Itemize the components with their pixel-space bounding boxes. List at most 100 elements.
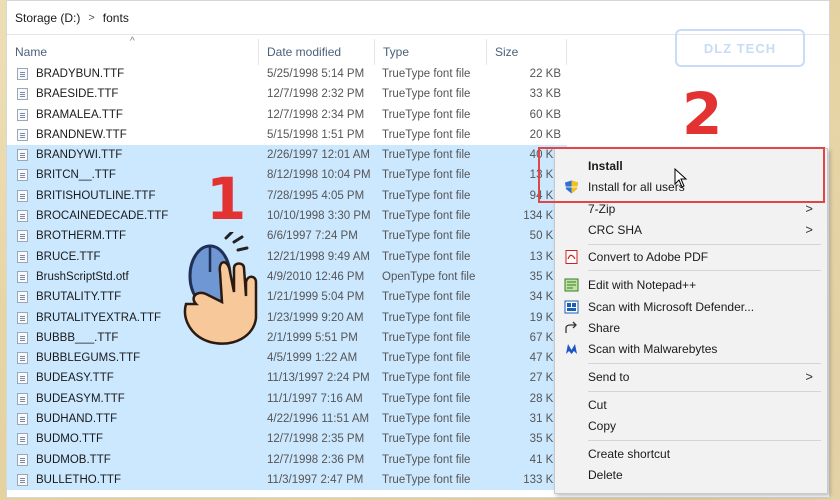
file-name: BUDMO.TTF (36, 433, 104, 446)
file-list: BRADYBUN.TTF 5/25/1998 5:14 PM TrueType fo… (7, 64, 567, 491)
mouse-pointer-icon (674, 168, 688, 188)
file-size: 22 KB (529, 68, 561, 80)
menu-item-crc-sha[interactable]: CRC SHA > (555, 220, 827, 240)
menu-item-defender[interactable]: Scan with Microsoft Defender... (555, 297, 827, 317)
font-file-icon (17, 270, 28, 283)
file-row[interactable]: BRITCN__.TTF 8/12/1998 10:04 PM TrueType f… (7, 165, 567, 186)
file-row[interactable]: BRUTALITYEXTRA.TTF 1/23/1999 9:20 AM TrueT… (7, 307, 567, 328)
file-date: 11/13/1997 2:24 PM (267, 372, 370, 385)
file-row[interactable]: BUDMO.TTF 12/7/1998 2:35 PM TrueType font … (7, 429, 567, 450)
file-size: 134 KB (523, 210, 561, 223)
breadcrumb-separator: > (88, 11, 95, 24)
step-number-1: 1 (206, 165, 247, 233)
file-row[interactable]: BrushScriptStd.otf 4/9/2010 12:46 PM OpenT… (7, 266, 567, 288)
menu-item-convert-pdf[interactable]: Convert to Adobe PDF (555, 247, 827, 267)
file-type: TrueType font file (382, 473, 471, 486)
file-date: 12/7/1998 2:35 PM (267, 433, 365, 446)
menu-item-label: Edit with Notepad++ (588, 278, 697, 292)
file-row[interactable]: BROCAINEDECADE.TTF 10/10/1998 3:30 PM True… (7, 206, 567, 227)
file-size: 19 KB (529, 311, 561, 324)
file-size: 41 KB (529, 453, 561, 466)
file-name: BROTHERM.TTF (36, 230, 127, 243)
file-type: TrueType font file (382, 433, 471, 446)
file-row[interactable]: BRUCE.TTF 12/21/1998 9:49 AM TrueType font… (7, 246, 567, 267)
column-header-type[interactable]: Type (375, 39, 487, 65)
font-file-icon (17, 331, 28, 344)
menu-item-copy[interactable]: Copy (555, 416, 827, 436)
menu-item-send-to[interactable]: Send to > (555, 367, 827, 387)
file-name: BRAMALEA.TTF (36, 108, 123, 121)
file-type: TrueType font file (382, 108, 471, 121)
font-file-icon (17, 372, 28, 385)
font-file-icon (17, 88, 28, 101)
file-type: TrueType font file (382, 169, 471, 182)
file-row[interactable]: BRUTALITY.TTF 1/21/1999 5:04 PM TrueType f… (7, 287, 567, 308)
file-size: 31 KB (529, 413, 561, 426)
file-name: BRANDYWI.TTF (36, 149, 123, 162)
file-type: OpenType font file (382, 270, 476, 283)
menu-item-notepad[interactable]: Edit with Notepad++ (555, 275, 827, 295)
file-size: 33 KB (529, 88, 561, 101)
file-date: 5/25/1998 5:14 PM (267, 68, 365, 80)
file-date: 12/7/1998 2:34 PM (267, 108, 365, 121)
file-name: BRAESIDE.TTF (36, 88, 119, 101)
file-type: TrueType font file (382, 210, 471, 223)
font-file-icon (17, 108, 28, 121)
file-name: BRUCE.TTF (36, 250, 101, 263)
font-file-icon (17, 311, 28, 324)
file-type: TrueType font file (382, 372, 471, 385)
font-file-icon (17, 250, 28, 263)
file-date: 10/10/1998 3:30 PM (267, 210, 371, 223)
menu-item-malwarebytes[interactable]: Scan with Malwarebytes (555, 339, 827, 359)
file-row[interactable]: BUDMOB.TTF 12/7/1998 2:36 PM TrueType font… (7, 449, 567, 470)
file-name: BRUTALITY.TTF (36, 291, 122, 304)
file-date: 12/21/1998 9:49 AM (267, 250, 370, 263)
breadcrumb-folder[interactable]: fonts (103, 11, 129, 25)
font-file-icon (17, 128, 28, 141)
file-row[interactable]: BROTHERM.TTF 6/6/1997 7:24 PM TrueType fon… (7, 226, 567, 247)
file-row[interactable]: BRITISHOUTLINE.TTF 7/28/1995 4:05 PM TrueT… (7, 185, 567, 207)
file-size: 67 KB (529, 331, 561, 344)
font-file-icon (17, 230, 28, 243)
file-type: TrueType font file (382, 311, 471, 324)
breadcrumb-drive[interactable]: Storage (D:) (15, 11, 80, 25)
file-date: 7/28/1995 4:05 PM (267, 189, 365, 202)
file-row[interactable]: BRAESIDE.TTF 12/7/1998 2:32 PM TrueType fo… (7, 84, 567, 104)
file-type: TrueType font file (382, 291, 471, 304)
file-type: TrueType font file (382, 128, 471, 141)
file-row[interactable]: BRANDYWI.TTF 2/26/1997 12:01 AM TrueType f… (7, 145, 567, 166)
file-row[interactable]: BULLETHO.TTF 11/3/1997 2:47 PM TrueType fo… (7, 469, 567, 491)
file-row[interactable]: BUDHAND.TTF 4/22/1996 11:51 AM TrueType fo… (7, 409, 567, 430)
file-date: 2/26/1997 12:01 AM (267, 149, 370, 162)
menu-item-cut[interactable]: Cut (555, 395, 827, 415)
file-date: 11/1/1997 7:16 AM (267, 392, 363, 405)
menu-item-delete[interactable]: Delete (555, 465, 827, 485)
column-header-name[interactable]: Name (7, 39, 259, 65)
file-name: BUDEASY.TTF (36, 372, 114, 385)
file-row[interactable]: BUBBLEGUMS.TTF 4/5/1999 1:22 AM TrueType f… (7, 348, 567, 369)
file-type: TrueType font file (382, 68, 471, 80)
file-name: BUBBB___.TTF (36, 331, 119, 344)
file-row[interactable]: BRANDNEW.TTF 5/15/1998 1:51 PM TrueType fo… (7, 125, 567, 145)
menu-item-create-shortcut[interactable]: Create shortcut (555, 444, 827, 464)
file-row[interactable]: BUBBB___.TTF 2/1/1999 5:51 PM TrueType fon… (7, 327, 567, 349)
file-row[interactable]: BRAMALEA.TTF 12/7/1998 2:34 PM TrueType fo… (7, 105, 567, 125)
file-row[interactable]: BUDEASYM.TTF 11/1/1997 7:16 AM TrueType fo… (7, 388, 567, 410)
file-date: 1/21/1999 5:04 PM (267, 291, 365, 304)
font-file-icon (17, 149, 28, 162)
column-header-size[interactable]: Size (487, 39, 567, 65)
file-date: 1/23/1999 9:20 AM (267, 311, 364, 324)
watermark-logo: DLZ TECH (675, 29, 805, 67)
font-file-icon (17, 210, 28, 223)
menu-item-label: Send to (588, 370, 630, 384)
share-icon (565, 321, 577, 333)
column-header-date[interactable]: Date modified (259, 39, 375, 65)
file-name: BRITCN__.TTF (36, 169, 116, 182)
file-row[interactable]: BUDEASY.TTF 11/13/1997 2:24 PM TrueType fo… (7, 368, 567, 389)
menu-item-label: Convert to Adobe PDF (588, 250, 709, 264)
file-type: TrueType font file (382, 413, 471, 426)
menu-item-share[interactable]: Share (555, 318, 827, 338)
pdf-icon (565, 250, 578, 264)
font-file-icon (17, 413, 28, 426)
file-row[interactable]: BRADYBUN.TTF 5/25/1998 5:14 PM TrueType fo… (7, 64, 567, 84)
